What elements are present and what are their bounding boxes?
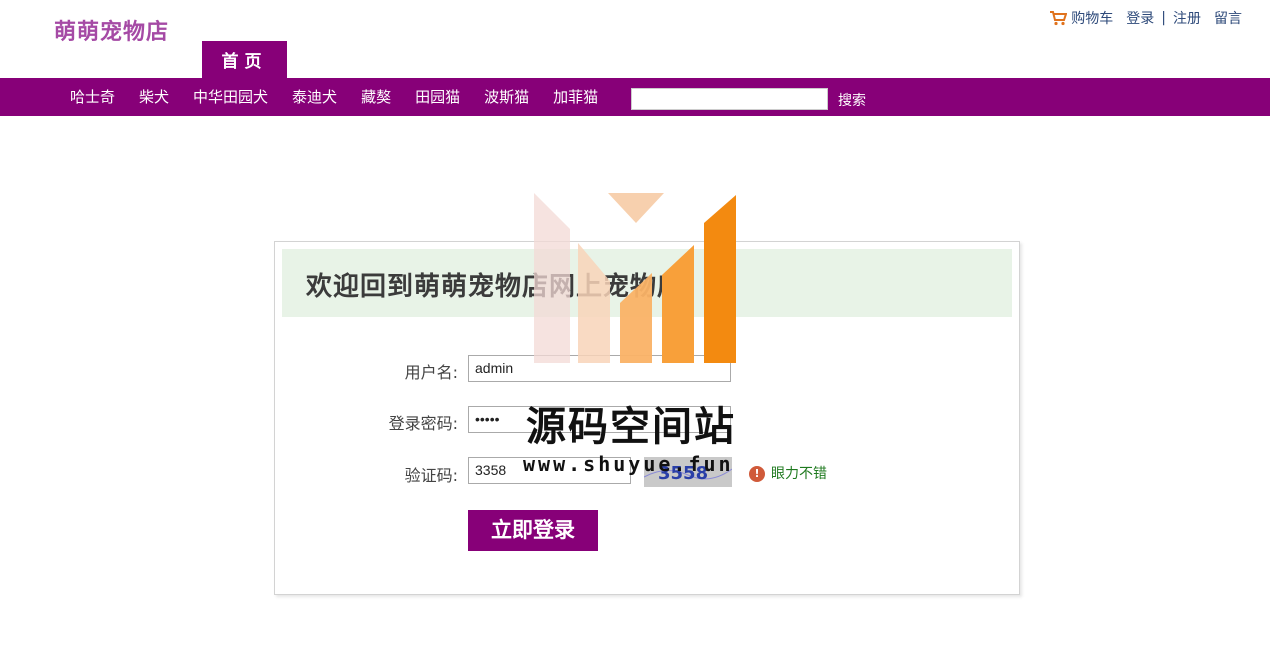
login-submit-button[interactable]: 立即登录 <box>468 510 598 551</box>
watermark-logo <box>534 193 736 363</box>
watermark-title: 源码空间站 <box>526 404 736 450</box>
password-label: 登录密码: <box>388 414 458 433</box>
cart-link[interactable]: 购物车 <box>1071 8 1113 28</box>
captcha-hint: 眼力不错 <box>771 466 827 482</box>
captcha-label: 验证码: <box>404 466 458 485</box>
top-links: 购物车 登录 | 注册 留言 <box>1049 8 1242 28</box>
login-link[interactable]: 登录 <box>1126 8 1154 28</box>
message-link[interactable]: 留言 <box>1214 8 1242 28</box>
nav-item-husky[interactable]: 哈士奇 <box>58 78 127 116</box>
watermark-url: www.shuyue.fun <box>523 452 734 476</box>
nav-item-persian-cat[interactable]: 波斯猫 <box>472 78 541 116</box>
tab-home[interactable]: 首页 <box>202 41 287 78</box>
nav-item-chinese-rural-dog[interactable]: 中华田园犬 <box>181 78 280 116</box>
register-link[interactable]: 注册 <box>1173 8 1201 28</box>
site-logo[interactable]: 萌萌宠物店 <box>54 14 169 46</box>
link-separator: | <box>1161 10 1166 26</box>
category-list: 哈士奇 柴犬 中华田园犬 泰迪犬 藏獒 田园猫 波斯猫 加菲猫 <box>58 78 610 116</box>
nav-item-rural-cat[interactable]: 田园猫 <box>403 78 472 116</box>
nav-item-shiba[interactable]: 柴犬 <box>127 78 181 116</box>
nav-item-tibetan-mastiff[interactable]: 藏獒 <box>349 78 403 116</box>
cart-icon[interactable] <box>1049 10 1068 26</box>
username-label: 用户名: <box>404 363 458 382</box>
page: 萌萌宠物店 购物车 登录 | 注册 留言 首页 哈士奇 柴犬 中华田园犬 泰迪犬… <box>0 0 1270 672</box>
search-button[interactable]: 搜索 <box>838 90 866 110</box>
category-navbar: 哈士奇 柴犬 中华田园犬 泰迪犬 藏獒 田园猫 波斯猫 加菲猫 搜索 <box>0 78 1270 116</box>
alert-icon: ! <box>749 466 765 482</box>
nav-item-teddy[interactable]: 泰迪犬 <box>280 78 349 116</box>
search-input[interactable] <box>631 88 828 110</box>
nav-item-garfield-cat[interactable]: 加菲猫 <box>541 78 610 116</box>
